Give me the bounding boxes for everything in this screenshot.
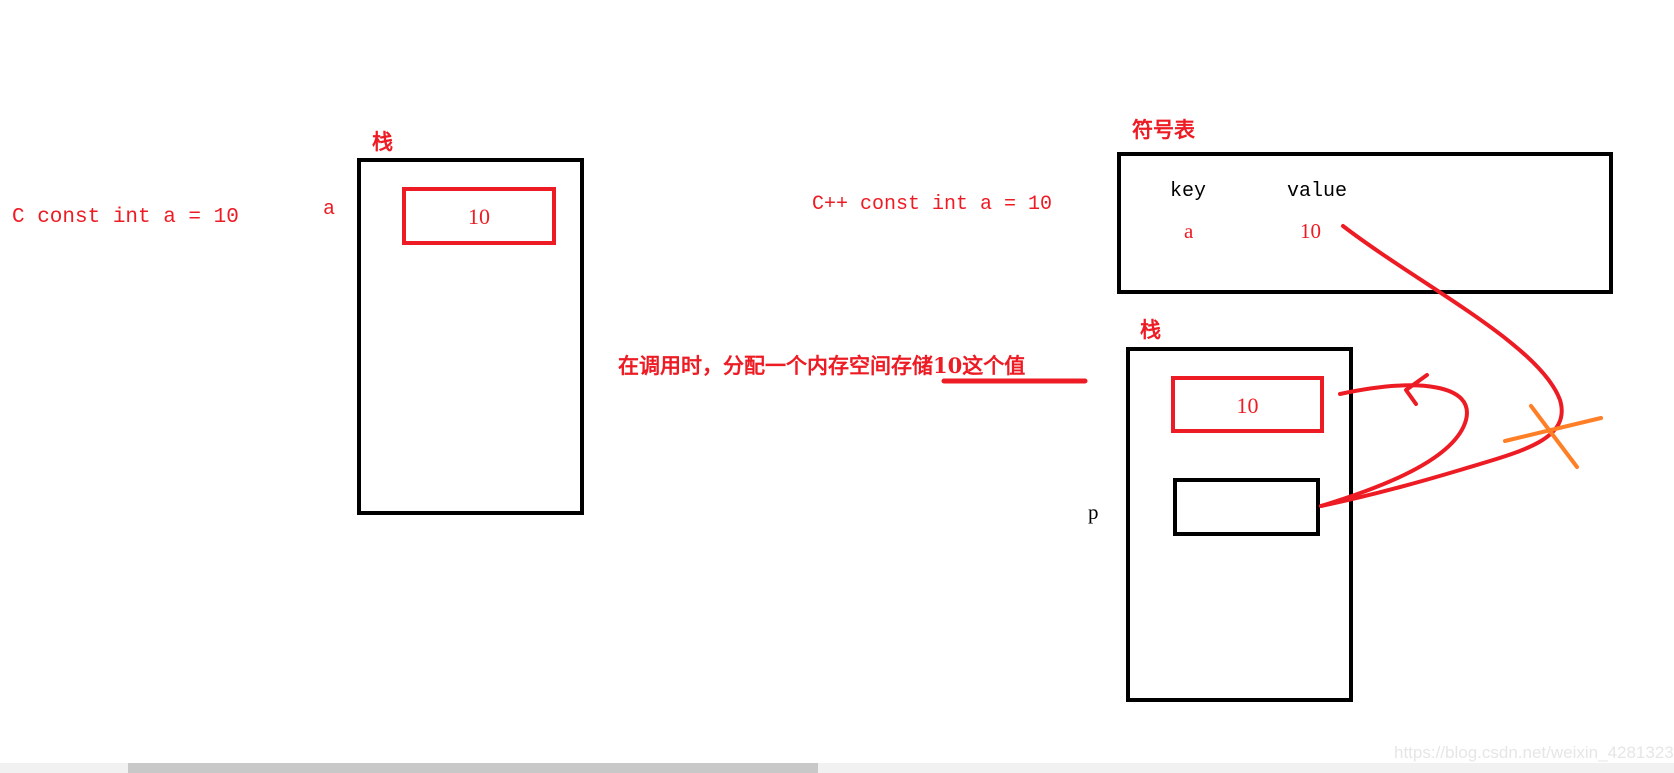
pointer-cell [1173,478,1320,536]
cross-out-icon [1503,404,1603,469]
right-cell-value: 10 [1236,393,1259,418]
watermark: https://blog.csdn.net/weixin_42813232 [1394,743,1674,762]
symbol-table-row-value: 10 [1300,219,1321,243]
right-stack-title: 栈 [1140,317,1161,342]
arrowhead-icon [1404,373,1429,406]
annotation-strokes [941,224,1603,508]
right-stack-value-cell: 10 [1171,376,1324,433]
pointer-label: p [1088,500,1099,524]
symbol-table-header-key: key [1170,180,1207,203]
left-cell-value: 10 [468,204,490,229]
allocation-note-underlined: 存储10这个值 [891,353,1026,378]
horizontal-scrollbar[interactable] [0,763,1674,773]
scrollbar-thumb[interactable] [128,763,818,773]
symbol-table-row-key: a [1184,219,1194,243]
allocation-note: 在调用时，分配一个内存空间存储10这个值 [618,350,1025,380]
symbol-table-title: 符号表 [1132,117,1195,142]
symbol-table-header-value: value [1287,180,1348,203]
allocation-note-prefix: 在调用时，分配一个内存空间 [618,353,891,378]
symbol-table-frame: key value a 10 [1117,152,1613,294]
cpp-code-label: C++ const int a = 10 [812,193,1053,216]
left-stack-cell: 10 [402,187,556,245]
c-code-label: C const int a = 10 [12,206,239,229]
left-var-label: a [323,198,336,221]
left-stack-title: 栈 [372,129,393,154]
